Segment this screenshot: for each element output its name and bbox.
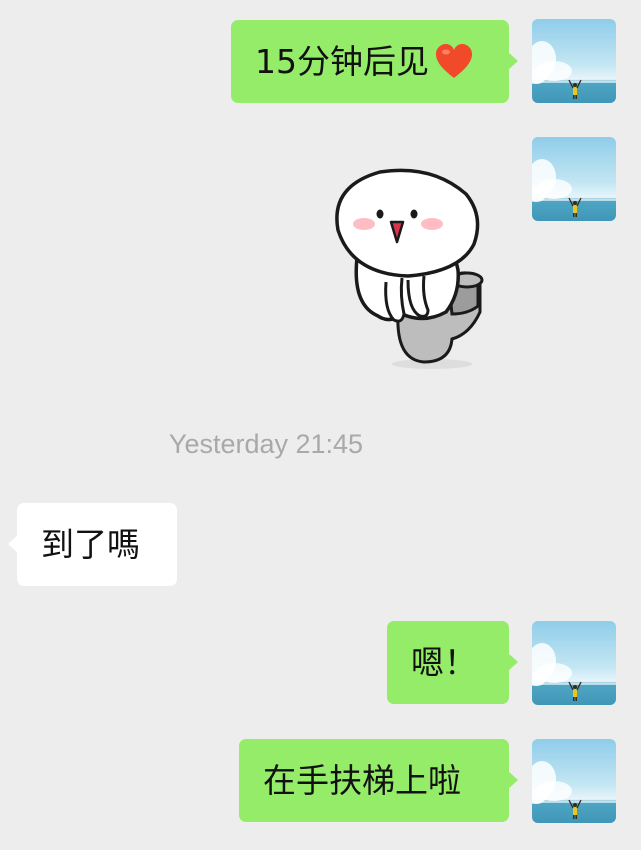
message-text: 到了嗎	[41, 524, 140, 564]
message-bubble-incoming[interactable]: 到了嗎	[8, 503, 177, 586]
sky-sea-person-avatar-icon	[532, 19, 616, 103]
message-text: 嗯！	[411, 642, 477, 682]
message-bubble-outgoing[interactable]: 嗯！	[387, 621, 518, 704]
sky-sea-person-avatar-icon	[532, 739, 616, 823]
my-avatar[interactable]	[532, 19, 616, 103]
my-avatar[interactable]	[532, 621, 616, 705]
my-avatar[interactable]	[532, 739, 616, 823]
chat-timestamp: Yesterday 21:45	[168, 429, 364, 459]
message-text: 15分钟后见	[255, 41, 429, 81]
message-text: 在手扶梯上啦	[263, 760, 461, 800]
sky-sea-person-avatar-icon	[532, 137, 616, 221]
toilet-sticker-icon[interactable]	[328, 164, 492, 370]
red-heart-icon	[436, 43, 472, 78]
sky-sea-person-avatar-icon	[532, 621, 616, 705]
message-bubble-outgoing[interactable]: 15分钟后见	[231, 20, 518, 103]
message-bubble-outgoing[interactable]: 在手扶梯上啦	[239, 739, 518, 822]
my-avatar[interactable]	[532, 137, 616, 221]
